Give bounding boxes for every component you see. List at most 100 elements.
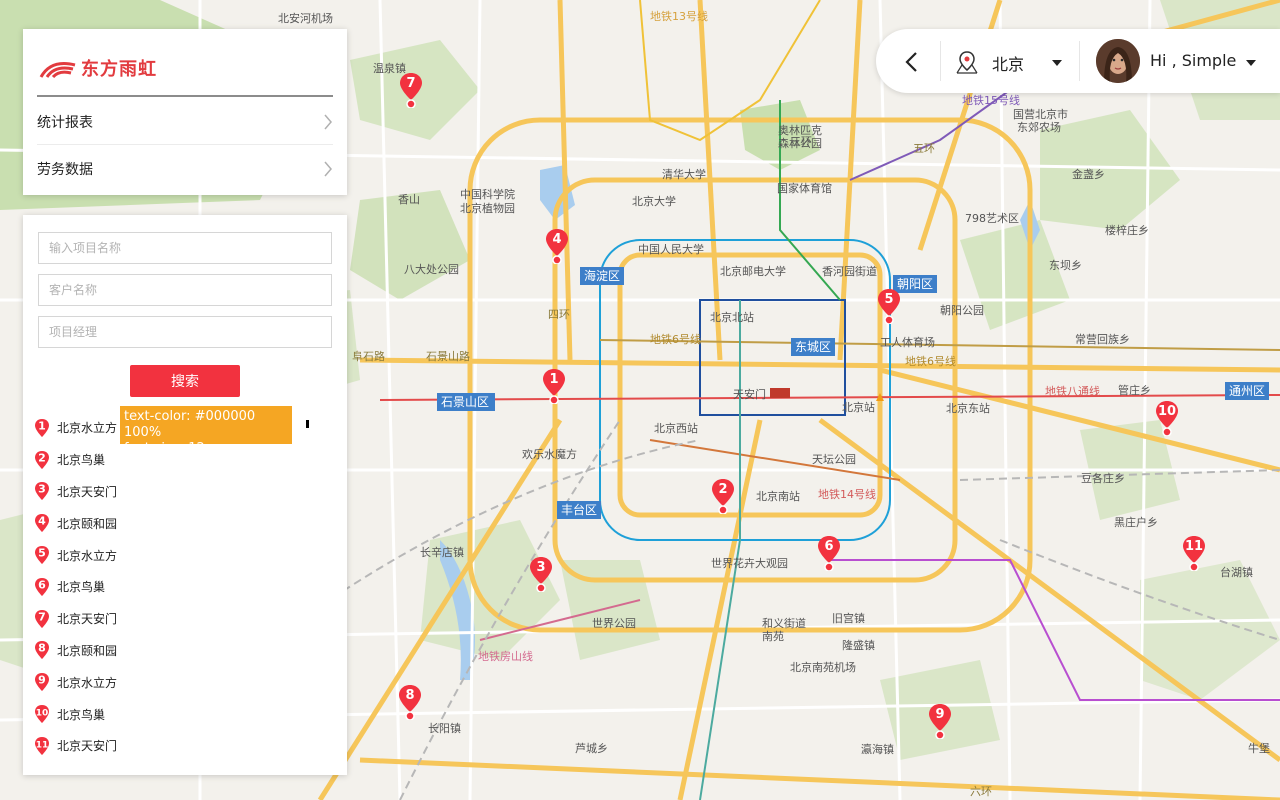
project-manager-input[interactable] bbox=[38, 316, 332, 348]
result-item[interactable]: 7 北京天安门 bbox=[33, 603, 323, 635]
map-pin-icon: 5 bbox=[35, 546, 49, 565]
greeting-label[interactable]: Hi , Simple bbox=[1150, 51, 1236, 70]
svg-text:国营北京市: 国营北京市 bbox=[1013, 107, 1068, 121]
marker-number: 2 bbox=[718, 482, 728, 497]
map-pin-icon: 9 bbox=[35, 673, 49, 692]
chevron-right-icon bbox=[324, 161, 332, 177]
svg-text:9: 9 bbox=[38, 674, 46, 687]
back-icon[interactable] bbox=[904, 51, 918, 73]
project-name-input[interactable] bbox=[38, 232, 332, 264]
result-item[interactable]: 5 北京水立方 bbox=[33, 539, 323, 571]
svg-text:楼梓庄乡: 楼梓庄乡 bbox=[1105, 223, 1149, 237]
map-pin-icon: 11 bbox=[35, 736, 49, 755]
svg-text:北京站: 北京站 bbox=[842, 400, 875, 414]
map-marker-3[interactable]: 3 bbox=[528, 556, 554, 592]
map-marker-1[interactable]: 1 bbox=[541, 368, 567, 404]
svg-text:北京植物园: 北京植物园 bbox=[460, 201, 515, 215]
menu-item-label: 统计报表 bbox=[37, 114, 93, 131]
map-pin-icon: 2 bbox=[35, 450, 49, 469]
result-name: 北京鸟巢 bbox=[57, 580, 106, 595]
svg-text:旧宫镇: 旧宫镇 bbox=[832, 611, 865, 625]
svg-text:地铁6号线: 地铁6号线 bbox=[650, 332, 701, 346]
map-marker-10[interactable]: 10 bbox=[1154, 400, 1180, 436]
result-name: 北京鸟巢 bbox=[57, 453, 106, 468]
svg-text:6: 6 bbox=[38, 578, 46, 591]
marker-number: 9 bbox=[935, 707, 945, 722]
svg-text:地铁15号线: 地铁15号线 bbox=[962, 93, 1020, 107]
map-marker-9[interactable]: 9 bbox=[927, 703, 953, 739]
map-marker-2[interactable]: 2 bbox=[710, 478, 736, 514]
svg-text:石景山路: 石景山路 bbox=[426, 350, 470, 363]
result-name: 北京天安门 bbox=[57, 484, 118, 499]
result-item[interactable]: 4 北京颐和园 bbox=[33, 507, 323, 539]
svg-text:北京大学: 北京大学 bbox=[632, 194, 676, 208]
svg-text:五环: 五环 bbox=[913, 142, 935, 155]
svg-text:北京东站: 北京东站 bbox=[946, 401, 990, 415]
result-item[interactable]: 11 北京天安门 bbox=[33, 730, 323, 762]
result-item[interactable]: 3 北京天安门 bbox=[33, 476, 323, 508]
svg-text:工人体育场: 工人体育场 bbox=[880, 335, 935, 349]
result-item[interactable]: 10 北京鸟巢 bbox=[33, 698, 323, 730]
map-marker-8[interactable]: 8 bbox=[397, 684, 423, 720]
search-button[interactable]: 搜索 bbox=[130, 365, 240, 397]
svg-text:八大处公园: 八大处公园 bbox=[404, 262, 459, 276]
logo-text: 东方雨虹 bbox=[81, 59, 157, 80]
svg-text:管庄乡: 管庄乡 bbox=[1118, 383, 1151, 397]
menu-item-label: 劳务数据 bbox=[37, 162, 93, 178]
text-cursor bbox=[306, 420, 309, 428]
svg-text:清华大学: 清华大学 bbox=[662, 167, 706, 181]
svg-text:1: 1 bbox=[38, 419, 46, 432]
marker-number: 8 bbox=[405, 688, 415, 703]
svg-text:六环: 六环 bbox=[970, 785, 992, 798]
svg-text:世界花卉大观园: 世界花卉大观园 bbox=[711, 556, 788, 570]
result-item[interactable]: 6 北京鸟巢 bbox=[33, 571, 323, 603]
rainbow-logo-icon bbox=[39, 62, 76, 79]
svg-text:北京南苑机场: 北京南苑机场 bbox=[790, 660, 856, 674]
map-marker-6[interactable]: 6 bbox=[816, 535, 842, 571]
map-marker-11[interactable]: 11 bbox=[1181, 535, 1207, 571]
svg-text:4: 4 bbox=[38, 515, 46, 528]
svg-text:瀛海镇: 瀛海镇 bbox=[861, 742, 894, 756]
marker-number: 11 bbox=[1184, 539, 1204, 554]
map-pin-icon: 8 bbox=[35, 641, 49, 660]
svg-text:3: 3 bbox=[38, 483, 46, 496]
map-pin-icon: 1 bbox=[35, 418, 49, 437]
svg-text:东坝乡: 东坝乡 bbox=[1049, 258, 1082, 272]
result-name: 北京颐和园 bbox=[57, 643, 118, 658]
svg-text:和义街道: 和义街道 bbox=[762, 616, 806, 630]
svg-text:北安河机场: 北安河机场 bbox=[278, 11, 333, 25]
result-name: 北京水立方 bbox=[57, 421, 118, 436]
menu-item-labor[interactable]: 劳务数据 bbox=[37, 146, 333, 192]
result-name: 北京天安门 bbox=[57, 739, 118, 754]
avatar-portrait-icon bbox=[1096, 39, 1140, 83]
result-item[interactable]: 8 北京颐和园 bbox=[33, 635, 323, 667]
caret-down-icon[interactable] bbox=[1245, 59, 1257, 67]
svg-text:天坛公园: 天坛公园 bbox=[812, 453, 856, 466]
result-item[interactable]: 9 北京水立方 bbox=[33, 666, 323, 698]
avatar[interactable] bbox=[1096, 39, 1140, 83]
city-label[interactable]: 北京 bbox=[992, 51, 1024, 75]
caret-down-icon[interactable] bbox=[1051, 59, 1063, 67]
svg-text:南苑: 南苑 bbox=[762, 630, 784, 643]
svg-text:北京北站: 北京北站 bbox=[710, 310, 754, 324]
svg-text:隆盛镇: 隆盛镇 bbox=[842, 638, 875, 652]
svg-text:地铁14号线: 地铁14号线 bbox=[818, 487, 876, 501]
svg-text:8: 8 bbox=[38, 642, 46, 655]
svg-text:欢乐水魔方: 欢乐水魔方 bbox=[522, 447, 577, 461]
svg-text:北京南站: 北京南站 bbox=[756, 489, 800, 503]
result-list: 1 北京水立方 2 北京鸟巢 3 北京天安门 4 北京颐和园 5 北京水立方 6 北京鸟巢 7 北京天安门… bbox=[33, 412, 323, 762]
logo-divider bbox=[37, 95, 333, 97]
menu-panel: 东方雨虹 统计报表 劳务数据 bbox=[23, 29, 347, 195]
map-marker-4[interactable]: 4 bbox=[544, 228, 570, 264]
marker-number: 1 bbox=[549, 372, 559, 387]
style-tooltip: text-color: #000000 100% font-size: 12px bbox=[120, 406, 292, 456]
marker-number: 3 bbox=[536, 560, 546, 575]
svg-text:2: 2 bbox=[38, 451, 46, 464]
map-marker-5[interactable]: 5 bbox=[876, 288, 902, 324]
brand-logo: 东方雨虹 bbox=[39, 55, 157, 81]
map-pin-icon: 3 bbox=[35, 482, 49, 501]
marker-number: 6 bbox=[824, 539, 834, 554]
menu-item-reports[interactable]: 统计报表 bbox=[37, 99, 333, 145]
customer-name-input[interactable] bbox=[38, 274, 332, 306]
map-marker-7[interactable]: 7 bbox=[398, 72, 424, 108]
